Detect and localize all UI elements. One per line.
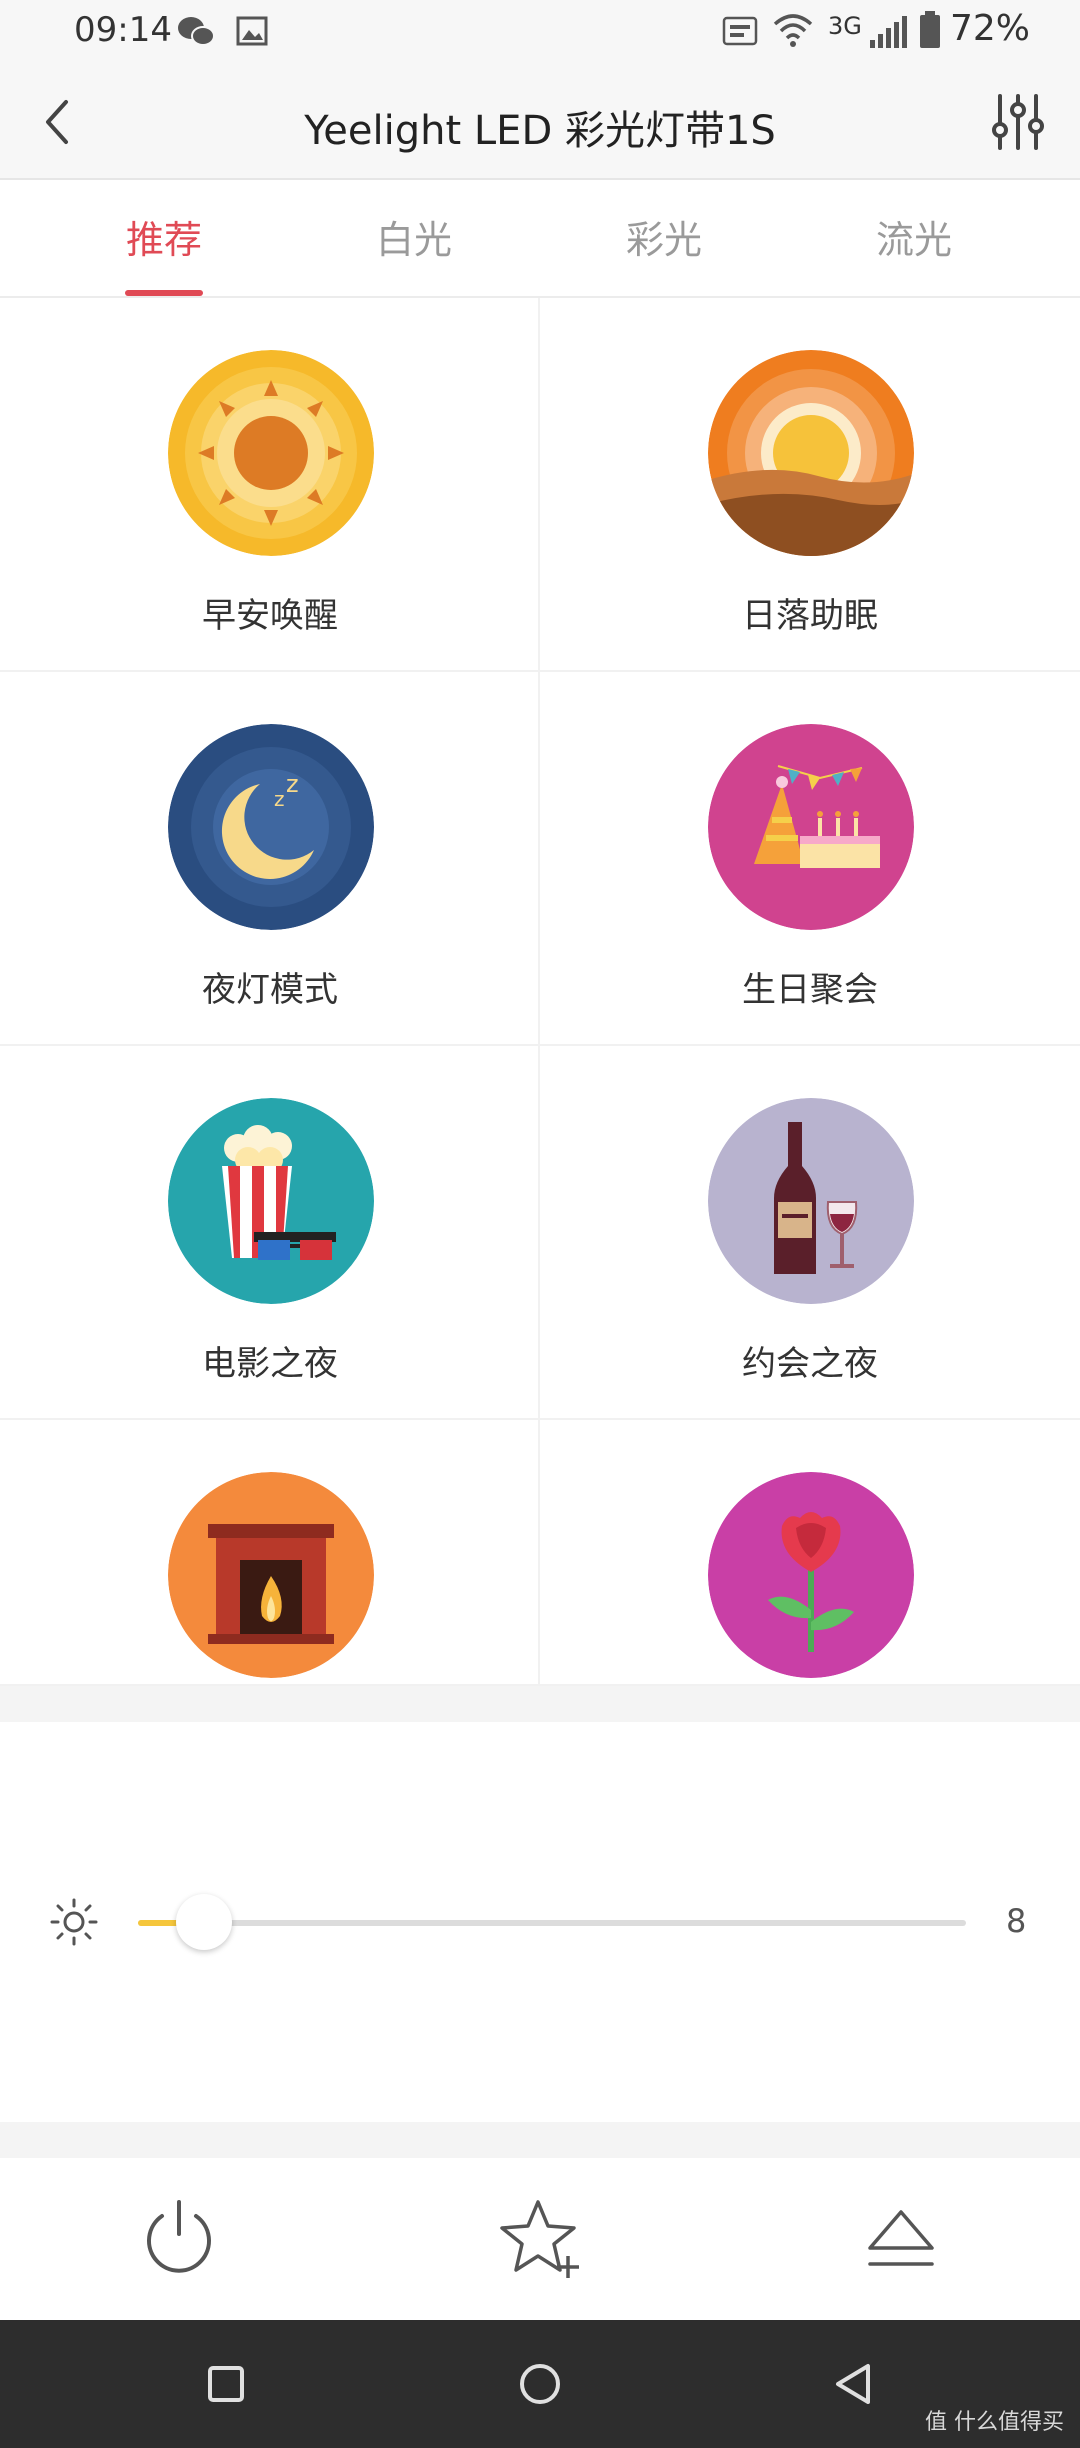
moon-icon: z z <box>168 724 374 930</box>
birthday-party-icon <box>708 724 914 930</box>
scene-label: 生日聚会 <box>742 970 878 1010</box>
page-title: Yeelight LED 彩光灯带1S <box>304 108 776 154</box>
network-type: 3G <box>828 12 862 40</box>
scene-label: 夜灯模式 <box>202 970 338 1010</box>
bottom-action-bar <box>0 2158 1080 2320</box>
scene-label: 日落助眠 <box>742 596 878 636</box>
wifi-icon <box>773 14 813 47</box>
scene-sunset-sleep[interactable]: 日落助眠 <box>540 298 1080 672</box>
tab-color-light[interactable]: 彩光 <box>539 182 789 298</box>
tab-recommended[interactable]: 推荐 <box>39 182 289 298</box>
scene-night-light[interactable]: z z 夜灯模式 <box>0 672 540 1046</box>
scene-morning-wake[interactable]: 早安唤醒 <box>0 298 540 672</box>
auto-hz-icon <box>722 16 758 46</box>
section-divider <box>0 1686 1080 1722</box>
battery-icon <box>920 11 940 48</box>
battery-percent: 72% <box>950 8 1031 49</box>
status-time: 09:14 <box>74 10 172 50</box>
section-divider <box>0 2122 1080 2158</box>
scene-grid: 早安唤醒 日落助眠 z z 夜灯模式 生日聚会 电影之夜 约会之夜 <box>0 298 1080 1686</box>
system-navigation-bar: 值 什么值得买 <box>0 2320 1080 2448</box>
scene-movie-night[interactable]: 电影之夜 <box>0 1046 540 1420</box>
brightness-control: 8 <box>0 1722 1080 2122</box>
gallery-icon <box>236 16 268 46</box>
scene-birthday-party[interactable]: 生日聚会 <box>540 672 1080 1046</box>
active-tab-indicator <box>125 290 203 296</box>
scene-label: 约会之夜 <box>742 1344 878 1384</box>
scene-label: 早安唤醒 <box>202 596 338 636</box>
add-favorite-icon[interactable] <box>496 2194 586 2284</box>
brightness-icon <box>50 1898 98 1946</box>
brightness-value: 8 <box>1006 1902 1027 1940</box>
back-nav-icon[interactable] <box>824 2354 884 2414</box>
signal-icon <box>870 16 907 48</box>
collapse-panel-icon[interactable] <box>856 2194 946 2284</box>
scene-romance[interactable] <box>540 1420 1080 1686</box>
scene-fireplace[interactable] <box>0 1420 540 1686</box>
brightness-slider-thumb[interactable] <box>176 1894 233 1950</box>
power-icon[interactable] <box>134 2194 224 2284</box>
home-icon[interactable] <box>510 2354 570 2414</box>
tab-flow-light[interactable]: 流光 <box>789 182 1039 298</box>
scene-date-night[interactable]: 约会之夜 <box>540 1046 1080 1420</box>
settings-sliders-icon[interactable] <box>986 90 1050 154</box>
app-header: Yeelight LED 彩光灯带1S <box>0 64 1080 180</box>
tab-white-light[interactable]: 白光 <box>289 182 539 298</box>
scene-tabs: 推荐 白光 彩光 流光 <box>0 182 1080 298</box>
watermark-text: 值 什么值得买 <box>925 2410 1064 2435</box>
fireplace-icon <box>168 1472 374 1678</box>
wechat-icon <box>178 17 215 46</box>
svg-text:z: z <box>286 770 299 798</box>
brightness-slider-track[interactable] <box>138 1920 966 1926</box>
svg-text:z: z <box>274 787 285 811</box>
scene-label: 电影之夜 <box>202 1344 338 1384</box>
recent-apps-icon[interactable] <box>196 2354 256 2414</box>
sunset-icon <box>708 350 914 556</box>
wine-icon <box>708 1098 914 1304</box>
rose-icon <box>708 1472 914 1678</box>
sun-icon <box>168 350 374 556</box>
popcorn-icon <box>168 1098 374 1304</box>
status-bar: 09:14 3G 72% <box>0 0 1080 64</box>
